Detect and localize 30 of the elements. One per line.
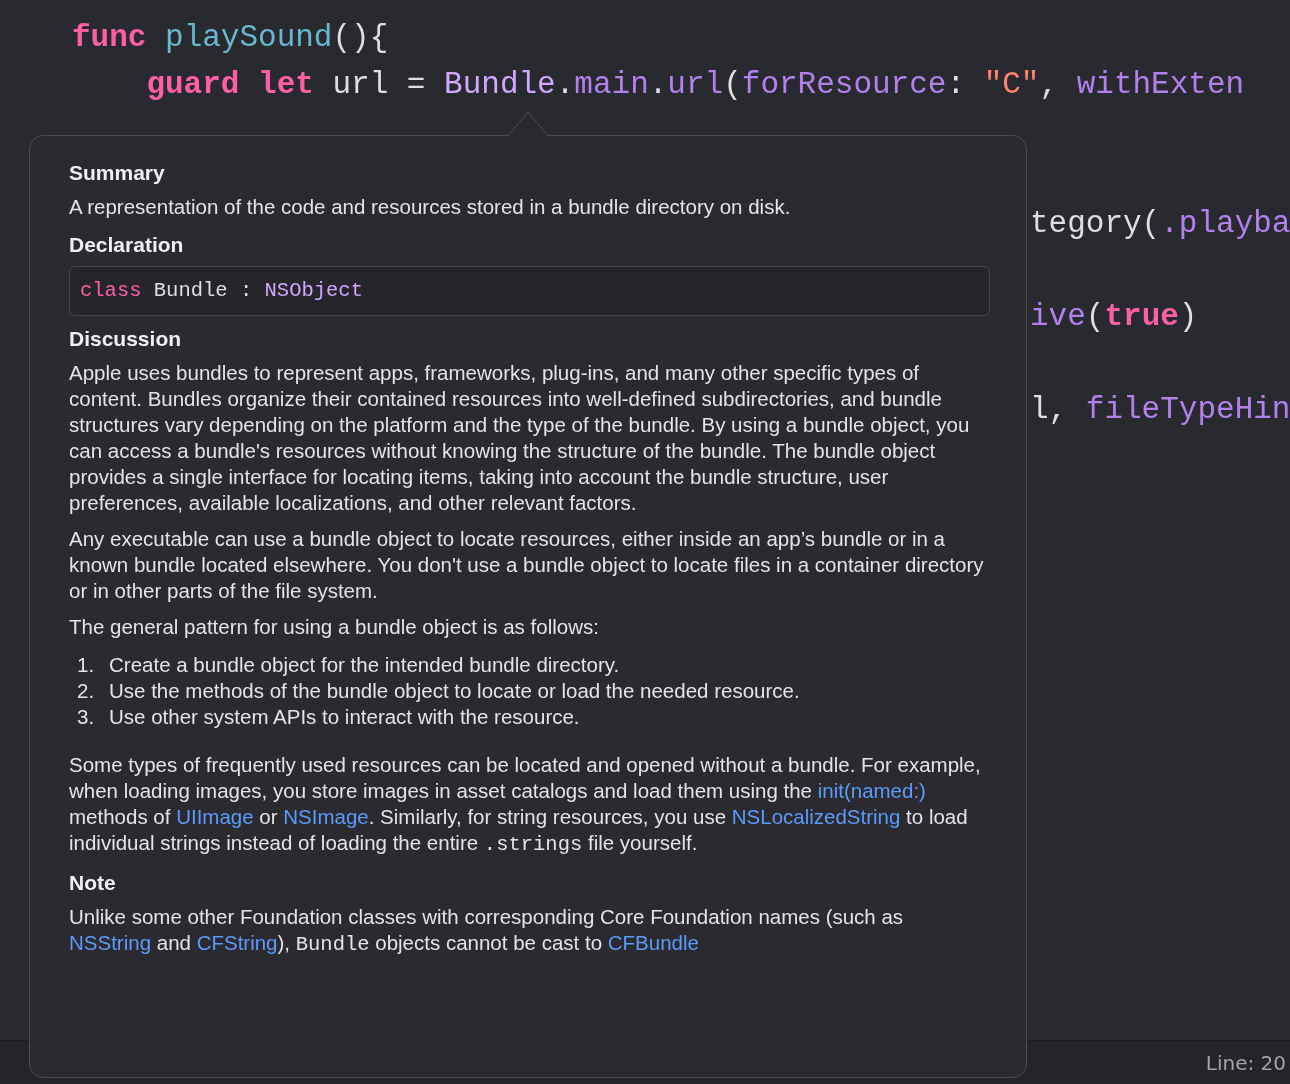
doc-link[interactable]: NSString [69,931,152,954]
paragraph: A representation of the code and resources stored in a bundle directory on disk. [69,194,792,220]
paragraph: Unlike some other Foundation classes with corresponding Core Foundation names (such as NSString and CFString), Bundle objects cannot be cast to CFBundle [69,904,905,958]
section-heading: Summary [69,160,166,186]
paragraph: The general pattern for using a bundle object is as follows: [69,614,600,640]
code-line: l, fileTypeHin [1030,391,1290,429]
list-item: Create a bundle object for the intended bundle directory. [109,652,620,678]
doc-link[interactable]: init(named:) [817,779,926,802]
doc-link[interactable]: UIImage [176,805,254,828]
doc-link[interactable]: NSLocalizedString [731,805,901,828]
section-heading: Note [69,870,117,896]
declaration-code: class Bundle : NSObject [69,266,990,316]
list-item: Use other system APIs to interact with the resource. [109,704,580,730]
doc-link[interactable]: NSImage [283,805,369,828]
paragraph: Any executable can use a bundle object to locate resources, either inside an app’s bundle or in a known bundle located elsewhere. You don't use a bundle object to locate files in a container directory or in other parts of the file system. [69,526,985,604]
line-indicator: Line: 20 [1205,1049,1286,1077]
list-number: 3. [76,704,96,730]
list-number: 2. [76,678,96,704]
code-line: guard let url = Bundle.main.url(forResource: "C", withExten [145,65,1245,104]
doc-link[interactable]: CFBundle [607,931,699,954]
list-number: 1. [76,652,96,678]
code-line: func playSound(){ [72,19,389,57]
list-item: Use the methods of the bundle object to locate or load the needed resource. [109,678,800,704]
code-line: ive(true) [1030,298,1198,336]
paragraph: Apple uses bundles to represent apps, frameworks, plug-ins, and many other specific types of content. Bundles organize their contained resources into well-defined subdirectories, and bundle structures vary depending on the platform and the type of the bundle. By using a bundle object, you can access a bundle's resources without knowing the structure of the bundle. The bundle object provides a single interface for locating items, taking into account the bundle structure, user preferences, available localizations, and other relevant factors. [69,360,971,516]
doc-link[interactable]: CFString [196,931,278,954]
section-heading: Declaration [69,232,185,258]
code-line: tegory(.playba [1030,205,1290,243]
paragraph: Some types of frequently used resources can be located and opened without a bundle. For example, when loading images, you store images in asset catalogs and load them using the init(named:) methods of UIImage or NSImage. Similarly, for string resources, you use NSLocalizedString to load individual strings instead of loading the entire .strings file yourself. [69,752,982,858]
section-heading: Discussion [69,326,183,352]
